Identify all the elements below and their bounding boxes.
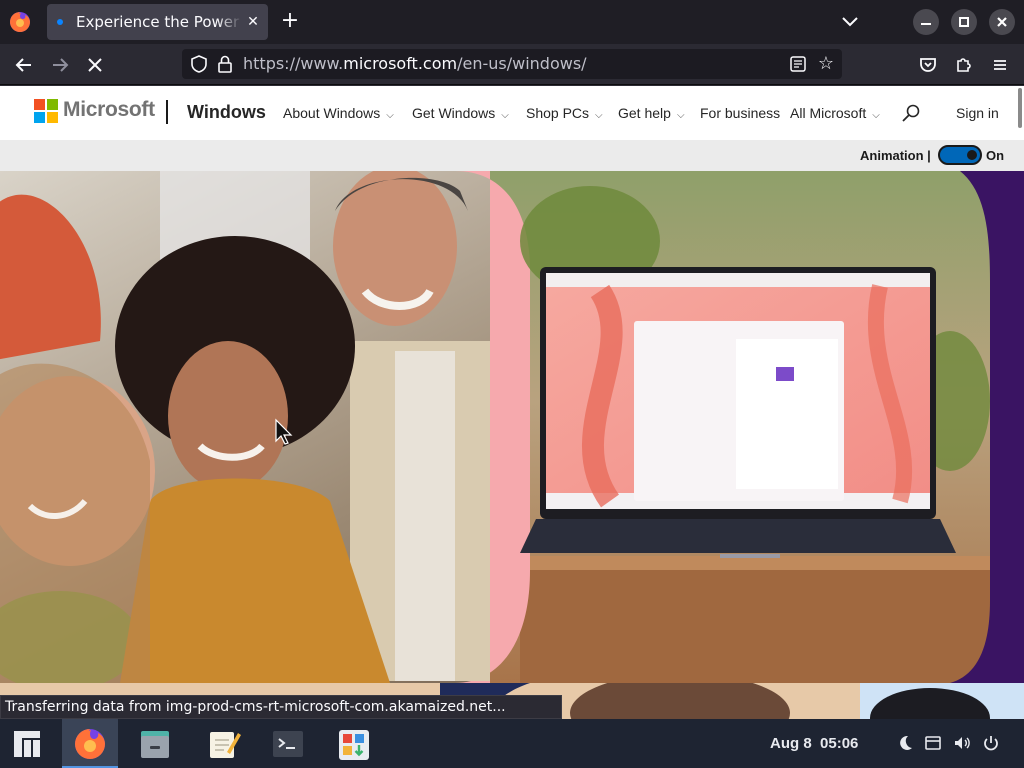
nav-shop-pcs[interactable]: Shop PCs ⌵ [526,105,603,121]
app-menu-button[interactable] [988,53,1012,77]
clipboard-icon[interactable] [924,734,942,752]
text-editor-icon [210,732,241,758]
chevron-down-icon: ⌵ [501,110,509,121]
maximize-icon [959,17,969,27]
firefox-icon [75,729,105,759]
microsoft-logo-icon[interactable] [34,99,58,123]
back-button[interactable] [12,53,36,77]
clock-date: Aug 8 [770,735,812,752]
animation-bar: Animation | On [0,140,1024,171]
pocket-icon [920,58,936,72]
site-header: Microsoft Windows About Windows ⌵ Get Win… [0,86,1024,140]
browser-nav-bar: https://www.microsoft.com/en-us/windows/… [0,44,1024,85]
browser-tab-bar: Experience the Power of ✕ + [0,0,1024,44]
night-mode-icon[interactable] [896,734,914,752]
tracking-protection-shield-icon[interactable] [190,55,208,73]
hero-illustration [0,171,1024,683]
hero-image [0,171,1024,683]
app-launcher-button[interactable] [0,719,56,768]
forward-button[interactable] [48,53,72,77]
back-arrow-icon [15,58,31,72]
chevron-down-icon: ⌵ [872,110,880,121]
search-icon[interactable] [901,103,921,123]
extensions-button[interactable] [952,53,976,77]
stop-icon [88,58,102,72]
software-store-icon [339,730,369,760]
animation-label: Animation | [860,148,931,163]
taskbar-terminal[interactable] [260,719,316,768]
nav-get-windows[interactable]: Get Windows ⌵ [412,105,509,121]
maximize-button[interactable] [951,9,977,35]
list-all-tabs-icon[interactable] [838,12,862,32]
minimize-button[interactable] [913,9,939,35]
microsoft-brand-link[interactable]: Microsoft [63,98,155,122]
taskbar-firefox[interactable] [62,719,118,768]
status-bar: Transferring data from img-prod-cms-rt-m… [0,695,562,719]
animation-state-label: On [986,148,1005,163]
firefox-icon[interactable] [8,10,32,34]
clock-time: 05:06 [820,735,859,752]
web-page: Microsoft Windows About Windows ⌵ Get Win… [0,86,1024,719]
terminal-icon [273,731,303,757]
header-divider [166,100,168,124]
chevron-down-icon: ⌵ [386,110,394,121]
tab-close-button[interactable]: ✕ [243,12,263,32]
taskbar-software-center[interactable] [326,719,382,768]
tab-title: Experience the Power of [76,13,242,31]
taskbar-file-manager[interactable] [127,719,183,768]
new-tab-button[interactable]: + [278,10,302,34]
taskbar: Aug 8 05:06 [0,719,1024,768]
nav-all-microsoft[interactable]: All Microsoft ⌵ [790,105,880,121]
close-window-button[interactable] [989,9,1015,35]
sign-in-link[interactable]: Sign in [956,105,999,121]
taskbar-text-editor[interactable] [195,719,251,768]
close-icon [997,17,1007,27]
animation-toggle[interactable] [938,145,982,165]
file-cabinet-icon [141,731,169,758]
chevron-down-icon: ⌵ [595,110,603,121]
toggle-knob [967,150,977,160]
minimize-icon [921,23,931,25]
tab-loading-icon [57,19,63,25]
pocket-button[interactable] [916,53,940,77]
nav-get-help[interactable]: Get help ⌵ [618,105,685,121]
manjaro-logo-icon [14,731,40,757]
url-text[interactable]: https://www.microsoft.com/en-us/windows/ [243,54,587,73]
power-icon[interactable] [982,734,1000,752]
clock[interactable]: Aug 8 05:06 [770,735,858,752]
chevron-down-icon: ⌵ [676,110,685,121]
nav-about-windows[interactable]: About Windows ⌵ [283,105,394,121]
forward-arrow-icon [53,58,69,72]
lock-icon[interactable] [217,55,233,73]
reader-view-icon[interactable] [789,55,807,73]
page-scrollbar[interactable] [1018,88,1022,128]
windows-product-link[interactable]: Windows [187,102,266,123]
volume-icon[interactable] [953,734,971,752]
url-bar[interactable]: https://www.microsoft.com/en-us/windows/… [182,49,842,79]
stop-loading-button[interactable] [83,53,107,77]
puzzle-icon [957,58,971,72]
bookmark-star-icon[interactable]: ☆ [816,54,836,74]
tab-active[interactable]: Experience the Power of ✕ [47,4,268,40]
nav-for-business[interactable]: For business [700,105,780,121]
hamburger-menu-icon [994,60,1006,70]
